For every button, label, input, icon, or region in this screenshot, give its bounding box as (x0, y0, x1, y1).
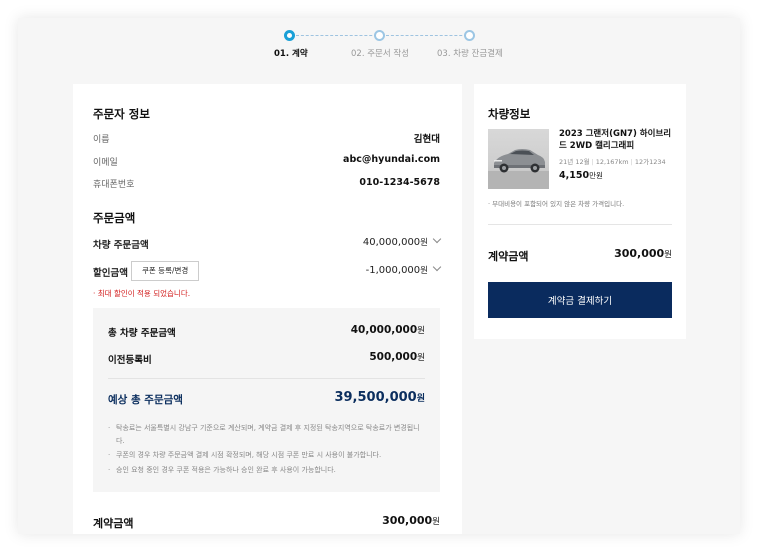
order-amount-title: 주문금액 (93, 211, 136, 225)
note-item: 승인 요청 중인 경우 쿠폰 적용은 가능하나 승인 완료 후 사용이 가능합니… (108, 464, 428, 477)
vehicle-info-card: 차량정보 2023 그랜저(GN7) 하이브리드 2WD 캘리그래피 21년 1… (474, 84, 686, 339)
vehicle-contract-amount-number: 300,000 (614, 247, 665, 260)
pay-deposit-button[interactable]: 계약금 결제하기 (488, 282, 672, 318)
step-2-indicator (374, 30, 385, 41)
note-item: 탁송료는 서울특별시 강남구 기준으로 계산되며, 계약금 결제 후 지정된 탁… (108, 422, 428, 447)
summary-divider (108, 378, 425, 379)
order-page: 01. 계약 02. 주문서 작성 03. 차량 잔금결제 주문자 정보 이름 … (18, 18, 740, 534)
coupon-register-button[interactable]: 쿠폰 등록/변경 (131, 261, 200, 281)
discount-amount-value[interactable]: -1,000,000원 (365, 262, 442, 276)
step-3-label: 03. 차량 잔금결제 (437, 49, 503, 59)
step-connector (386, 35, 472, 36)
name-label: 이름 (93, 135, 110, 145)
vehicle-card-divider (488, 224, 672, 225)
vehicle-name: 2023 그랜저(GN7) 하이브리드 2WD 캘리그래피 (559, 129, 672, 151)
email-value: abc@hyundai.com (343, 154, 440, 165)
step-2-label: 02. 주문서 작성 (351, 49, 410, 59)
order-summary-box: 총 차량 주문금액 40,000,000원 이전등록비 500,000원 예상 … (93, 308, 440, 492)
vehicle-contract-amount-label: 계약금액 (488, 250, 529, 263)
vehicle-order-amount-label: 차량 주문금액 (93, 240, 149, 251)
discount-applied-note: · 최대 할인이 적용 되었습니다. (93, 289, 191, 298)
expected-total-label: 예상 총 주문금액 (108, 394, 183, 406)
phone-value: 010-1234-5678 (359, 177, 440, 188)
transfer-fee-value: 500,000원 (369, 351, 425, 363)
vehicle-mileage: 12,167km (595, 158, 629, 166)
transfer-fee-number: 500,000 (369, 351, 418, 363)
vehicle-plate-number: 12가1234 (634, 158, 666, 166)
chevron-down-icon[interactable] (432, 234, 442, 244)
phone-label: 휴대폰번호 (93, 180, 135, 190)
orderer-info-title: 주문자 정보 (93, 107, 150, 121)
discount-amount-label: 할인금액 (93, 268, 128, 279)
won-unit: 원 (416, 394, 425, 404)
chevron-down-icon[interactable] (432, 262, 442, 272)
vehicle-price-note: · 부대비용이 포함되어 있지 않은 차량 가격입니다. (488, 200, 625, 208)
won-unit: 원 (664, 250, 672, 260)
step-connector (296, 35, 382, 36)
expected-total-value: 39,500,000원 (334, 390, 425, 405)
won-unit: 원 (420, 266, 428, 276)
contract-amount-number: 300,000 (382, 514, 433, 527)
vehicle-order-amount-value[interactable]: 40,000,000원 (362, 234, 442, 248)
car-icon (488, 149, 549, 189)
total-vehicle-amount-value: 40,000,000원 (351, 324, 425, 336)
order-info-card: 주문자 정보 이름 김현대 이메일 abc@hyundai.com 휴대폰번호 … (73, 84, 462, 534)
vehicle-price-number: 4,150 (559, 170, 590, 181)
note-item: 쿠폰의 경우 차량 주문금액 결제 시점 확정되며, 해당 시점 쿠폰 만료 시… (108, 449, 428, 462)
won-unit: 원 (432, 517, 440, 527)
vehicle-image (488, 129, 549, 189)
total-vehicle-amount-label: 총 차량 주문금액 (108, 328, 176, 339)
expected-total-number: 39,500,000 (334, 390, 417, 405)
vehicle-year-month: 21년 12월 (559, 158, 590, 166)
vehicle-contract-amount-value: 300,000원 (614, 247, 672, 260)
contract-amount-label: 계약금액 (93, 517, 134, 530)
total-vehicle-amount-number: 40,000,000 (350, 324, 418, 336)
won-unit: 원 (420, 238, 428, 248)
step-1-label: 01. 계약 (274, 49, 308, 59)
discount-amount-number: -1,000,000 (365, 265, 421, 276)
transfer-fee-label: 이전등록비 (108, 355, 152, 366)
summary-notes: 탁송료는 서울특별시 강남구 기준으로 계산되며, 계약금 결제 후 지정된 탁… (108, 422, 428, 478)
vehicle-spec: 21년 12월 | 12,167km | 12가1234 (559, 158, 666, 166)
vehicle-info-title: 차량정보 (488, 107, 531, 121)
email-label: 이메일 (93, 158, 118, 168)
contract-amount-value: 300,000원 (382, 514, 440, 527)
won-unit: 원 (417, 353, 425, 363)
step-3-indicator (464, 30, 475, 41)
progress-stepper: 01. 계약 02. 주문서 작성 03. 차량 잔금결제 (18, 18, 740, 78)
vehicle-price: 4,150만원 (559, 170, 603, 181)
vehicle-order-amount-number: 40,000,000 (362, 237, 421, 248)
step-1-indicator (284, 30, 295, 41)
won-unit: 원 (417, 326, 425, 336)
price-unit: 만원 (589, 171, 603, 180)
name-value: 김현대 (413, 134, 440, 145)
